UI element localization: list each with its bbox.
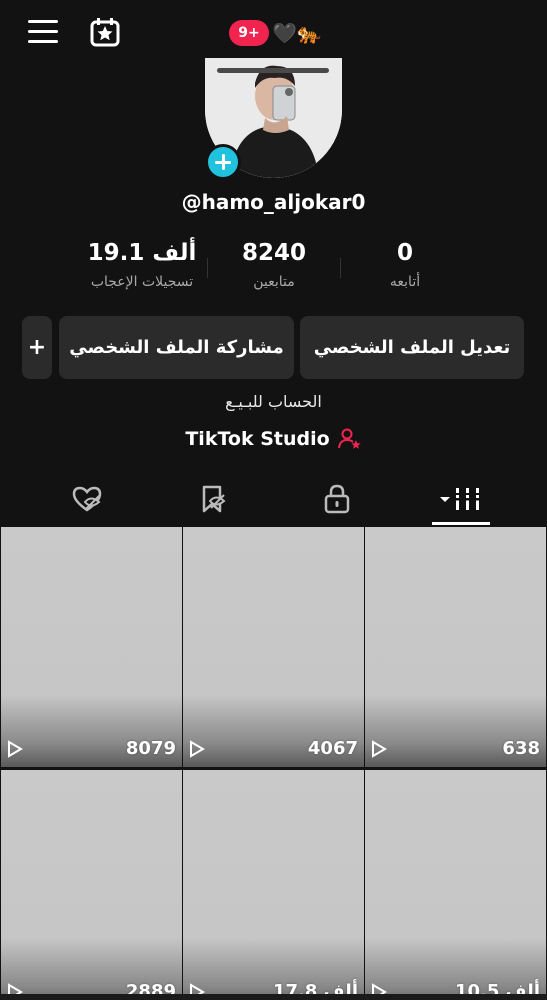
likes-label: تسجيلات الإعجاب [90, 274, 194, 290]
view-count: 638 [502, 738, 540, 759]
notification-badge: 9+ [229, 20, 269, 46]
badge-emoji: 🖤🐅 [272, 21, 322, 45]
grid-bars-icon [439, 488, 483, 510]
notification-area[interactable]: 9+ 🖤🐅 [229, 19, 322, 47]
stat-likes[interactable]: 19.1 ألف تسجيلات الإعجاب [72, 240, 212, 290]
tiktok-studio-link[interactable]: TikTok Studio [0, 428, 547, 450]
stat-following[interactable]: 0 أتابعه [335, 240, 475, 290]
play-icon [190, 740, 205, 758]
play-icon [8, 740, 23, 758]
bio-text: الحساب للبـيـع [225, 392, 322, 411]
video-thumbnail[interactable]: 17.8 ألف [183, 770, 364, 1000]
video-thumbnail[interactable]: 10.5 ألف [365, 770, 546, 1000]
tab-liked[interactable] [18, 474, 155, 524]
calendar-star-icon[interactable] [89, 16, 121, 48]
add-friend-button[interactable]: + [22, 316, 52, 379]
tab-saved[interactable] [144, 474, 281, 524]
menu-icon[interactable] [28, 20, 58, 46]
video-thumbnail[interactable]: 2889 [1, 770, 182, 1000]
followers-count: 8240 [241, 240, 306, 266]
stats-row: 0 أتابعه 8240 متابعين 19.1 ألف تسجيلات ا… [0, 240, 547, 300]
video-thumbnail[interactable]: 8079 [1, 527, 182, 767]
active-tab-indicator [432, 522, 490, 525]
avatar-container [205, 58, 342, 180]
bookmark-icon [202, 485, 226, 513]
add-story-button[interactable] [205, 144, 241, 180]
username: @hamo_aljokar0 [181, 190, 366, 214]
play-icon [372, 740, 387, 758]
followers-label: متابعين [253, 274, 295, 290]
view-count: 8079 [125, 738, 176, 759]
following-label: أتابعه [389, 274, 421, 290]
video-thumbnail[interactable]: 4067 [183, 527, 364, 767]
tab-videos[interactable] [392, 474, 529, 524]
share-profile-button[interactable]: مشاركة الملف الشخصي [59, 316, 294, 379]
bottom-strip [0, 994, 547, 1000]
following-count: 0 [396, 240, 413, 266]
top-bar: 9+ 🖤🐅 [0, 0, 547, 66]
edit-profile-button[interactable]: تعديل الملف الشخصي [300, 316, 524, 379]
content-tabs [0, 474, 547, 526]
lock-icon [324, 484, 349, 514]
studio-label: TikTok Studio [185, 428, 330, 450]
person-star-icon [337, 428, 361, 449]
stat-followers[interactable]: 8240 متابعين [204, 240, 344, 290]
view-count: 4067 [307, 738, 358, 759]
video-thumbnail[interactable]: 638 [365, 527, 546, 767]
video-grid: 638 4067 8079 10.5 ألف 17.8 ألف 2889 [0, 527, 547, 1000]
avatar-top-bar [217, 68, 329, 73]
likes-count: 19.1 ألف [87, 240, 197, 266]
tab-private[interactable] [268, 474, 405, 524]
heart-icon [72, 486, 101, 512]
